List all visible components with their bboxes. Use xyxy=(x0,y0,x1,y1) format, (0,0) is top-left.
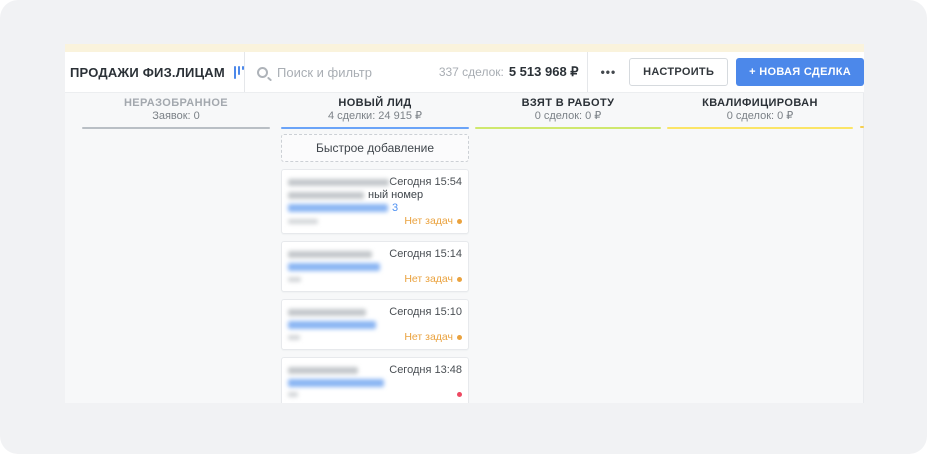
new-deal-button[interactable]: + НОВАЯ СДЕЛКА xyxy=(736,58,864,86)
search-input[interactable]: Поиск и фильтр xyxy=(245,52,439,92)
redacted-text xyxy=(288,392,298,397)
redacted-link xyxy=(288,204,388,212)
redacted-link xyxy=(288,379,384,387)
next-column-underline xyxy=(860,126,864,128)
task-status-dot xyxy=(457,335,462,340)
pipeline-title-group: ПРОДАЖИ ФИЗ.ЛИЦАМ xyxy=(65,52,245,92)
redacted-text xyxy=(288,219,318,224)
task-status[interactable]: Нет задач xyxy=(404,273,462,285)
pipeline-header: ПРОДАЖИ ФИЗ.ЛИЦАМ Поиск и фильтр 337 сде… xyxy=(65,52,864,93)
pipeline-title[interactable]: ПРОДАЖИ ФИЗ.ЛИЦАМ xyxy=(70,65,225,80)
redacted-text xyxy=(288,192,364,199)
task-status[interactable] xyxy=(453,392,462,397)
redacted-text xyxy=(288,309,366,316)
column-summary: 0 сделок: 0 ₽ xyxy=(475,110,661,123)
card-link[interactable]: 3 xyxy=(392,202,398,214)
column-underline xyxy=(475,127,661,129)
deal-card[interactable]: Сегодня 13:48 xyxy=(281,357,469,403)
column-summary: Заявок: 0 xyxy=(82,110,270,123)
deals-count-label: 337 сделок: xyxy=(439,65,504,79)
deal-card[interactable]: Сегодня 15:10 Нет задач xyxy=(281,299,469,350)
column-name: НЕРАЗОБРАННОЕ xyxy=(82,97,270,109)
overdue-dot xyxy=(457,392,462,397)
search-placeholder: Поиск и фильтр xyxy=(277,65,372,80)
column-name: НОВЫЙ ЛИД xyxy=(281,97,469,109)
quick-add-button[interactable]: Быстрое добавление xyxy=(281,134,469,162)
more-options-button[interactable]: ••• xyxy=(588,65,630,79)
deal-card[interactable]: Сегодня 15:14 Нет задач xyxy=(281,241,469,292)
kanban-board: НЕРАЗОБРАННОЕ Заявок: 0 НОВЫЙ ЛИД 4 сдел… xyxy=(65,93,864,403)
card-timestamp: Сегодня 13:48 xyxy=(389,364,462,376)
column-header: КВАЛИФИЦИРОВАН 0 сделок: 0 ₽ xyxy=(667,93,853,129)
search-icon xyxy=(257,67,268,78)
task-status[interactable]: Нет задач xyxy=(404,215,462,227)
card-timestamp: Сегодня 15:10 xyxy=(389,306,462,318)
column-in-progress: ВЗЯТ В РАБОТУ 0 сделок: 0 ₽ xyxy=(475,93,661,129)
redacted-link xyxy=(288,321,376,329)
column-header: НЕРАЗОБРАННОЕ Заявок: 0 xyxy=(82,93,270,129)
column-unsorted: НЕРАЗОБРАННОЕ Заявок: 0 xyxy=(82,93,270,129)
funnel-icon[interactable] xyxy=(234,66,244,79)
task-status-dot xyxy=(457,219,462,224)
task-status-dot xyxy=(457,277,462,282)
app-window: ПРОДАЖИ ФИЗ.ЛИЦАМ Поиск и фильтр 337 сде… xyxy=(0,0,927,454)
column-new-lead: НОВЫЙ ЛИД 4 сделки: 24 915 ₽ Быстрое доб… xyxy=(281,93,469,403)
deals-total-value: 5 513 968 ₽ xyxy=(509,64,579,80)
column-header: НОВЫЙ ЛИД 4 сделки: 24 915 ₽ xyxy=(281,93,469,129)
configure-button[interactable]: НАСТРОИТЬ xyxy=(629,58,728,86)
column-underline xyxy=(82,127,270,129)
column-name: ВЗЯТ В РАБОТУ xyxy=(475,97,661,109)
column-qualified: КВАЛИФИЦИРОВАН 0 сделок: 0 ₽ xyxy=(667,93,853,129)
task-status[interactable]: Нет задач xyxy=(404,331,462,343)
column-summary: 4 сделки: 24 915 ₽ xyxy=(281,110,469,123)
card-timestamp: Сегодня 15:14 xyxy=(389,248,462,260)
crm-pipeline-page: ПРОДАЖИ ФИЗ.ЛИЦАМ Поиск и фильтр 337 сде… xyxy=(65,44,864,403)
card-note: ный номер xyxy=(368,189,423,201)
deal-card[interactable]: Сегодня 15:54 ный номер 3 Нет задач xyxy=(281,169,469,234)
redacted-link xyxy=(288,263,380,271)
notification-strip xyxy=(65,44,864,52)
column-summary: 0 сделок: 0 ₽ xyxy=(667,110,853,123)
column-underline xyxy=(281,127,469,129)
column-underline xyxy=(667,127,853,129)
redacted-text xyxy=(288,179,389,186)
redacted-text xyxy=(288,367,358,374)
deals-summary: 337 сделок: 5 513 968 ₽ xyxy=(439,64,587,80)
card-timestamp: Сегодня 15:54 xyxy=(389,176,462,188)
column-name: КВАЛИФИЦИРОВАН xyxy=(667,97,853,109)
redacted-text xyxy=(288,251,372,258)
column-header: ВЗЯТ В РАБОТУ 0 сделок: 0 ₽ xyxy=(475,93,661,129)
redacted-text xyxy=(288,277,301,282)
redacted-text xyxy=(288,335,300,340)
